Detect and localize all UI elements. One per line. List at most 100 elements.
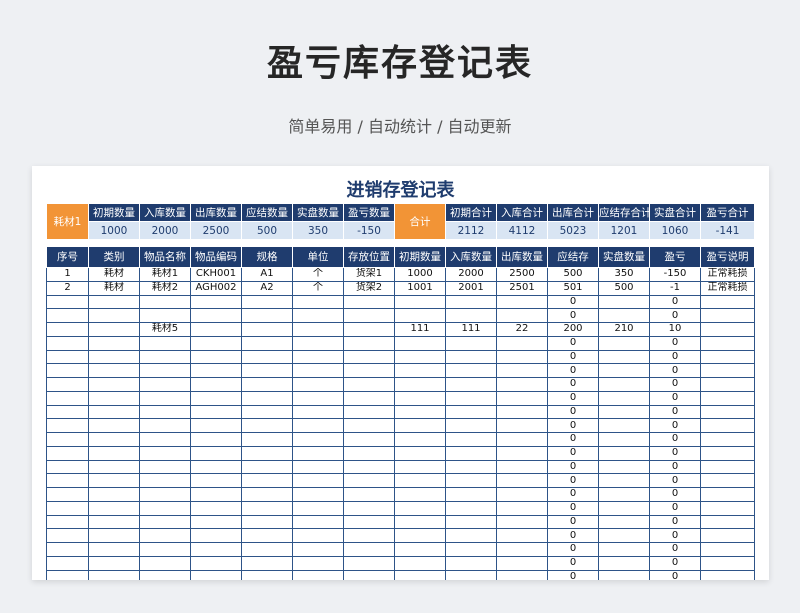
table-cell[interactable] xyxy=(496,418,548,433)
table-cell[interactable] xyxy=(241,308,293,323)
table-cell[interactable] xyxy=(445,555,497,571)
table-cell[interactable]: 耗材 xyxy=(88,280,140,296)
table-cell[interactable] xyxy=(700,322,755,337)
table-cell[interactable] xyxy=(139,404,191,420)
table-cell[interactable] xyxy=(88,514,140,530)
table-cell[interactable]: -1 xyxy=(649,280,701,296)
table-cell[interactable] xyxy=(598,500,650,516)
table-cell[interactable] xyxy=(139,377,191,392)
table-cell[interactable] xyxy=(88,432,140,447)
table-cell[interactable] xyxy=(700,418,755,433)
table-cell[interactable] xyxy=(496,363,548,378)
table-cell[interactable] xyxy=(598,294,650,310)
table-cell[interactable] xyxy=(46,459,89,475)
table-cell[interactable]: 0 xyxy=(649,487,701,502)
table-cell[interactable]: 0 xyxy=(547,555,599,571)
table-cell[interactable] xyxy=(292,404,344,420)
table-cell[interactable]: 2 xyxy=(46,280,89,296)
table-cell[interactable]: 0 xyxy=(547,445,599,461)
table-cell[interactable] xyxy=(139,555,191,571)
table-cell[interactable]: 0 xyxy=(649,555,701,571)
table-cell[interactable]: 2500 xyxy=(496,267,548,282)
table-cell[interactable] xyxy=(700,459,755,475)
table-cell[interactable] xyxy=(394,542,446,557)
table-cell[interactable] xyxy=(343,487,395,502)
table-cell[interactable] xyxy=(46,349,89,365)
table-cell[interactable]: 350 xyxy=(598,267,650,282)
table-cell[interactable] xyxy=(241,377,293,392)
table-cell[interactable] xyxy=(46,418,89,433)
table-cell[interactable] xyxy=(190,363,242,378)
table-cell[interactable] xyxy=(292,555,344,571)
table-cell[interactable] xyxy=(46,363,89,378)
table-cell[interactable] xyxy=(394,363,446,378)
table-cell[interactable] xyxy=(241,322,293,337)
table-cell[interactable]: 0 xyxy=(547,569,599,580)
table-cell[interactable] xyxy=(394,335,446,351)
table-cell[interactable] xyxy=(394,445,446,461)
table-cell[interactable]: 0 xyxy=(649,390,701,406)
table-cell[interactable] xyxy=(292,473,344,488)
table-cell[interactable] xyxy=(445,294,497,310)
table-cell[interactable]: A2 xyxy=(241,280,293,296)
table-cell[interactable] xyxy=(190,418,242,433)
table-cell[interactable] xyxy=(445,363,497,378)
table-cell[interactable] xyxy=(190,308,242,323)
table-cell[interactable] xyxy=(496,459,548,475)
table-cell[interactable] xyxy=(700,528,755,543)
table-cell[interactable] xyxy=(394,528,446,543)
table-cell[interactable] xyxy=(139,308,191,323)
table-cell[interactable] xyxy=(190,322,242,337)
table-cell[interactable] xyxy=(241,294,293,310)
table-cell[interactable] xyxy=(598,404,650,420)
table-cell[interactable] xyxy=(343,528,395,543)
table-cell[interactable] xyxy=(292,500,344,516)
table-cell[interactable] xyxy=(190,294,242,310)
table-cell[interactable] xyxy=(88,500,140,516)
table-cell[interactable]: 0 xyxy=(547,514,599,530)
table-cell[interactable] xyxy=(190,445,242,461)
table-cell[interactable] xyxy=(292,377,344,392)
table-cell[interactable] xyxy=(394,404,446,420)
table-cell[interactable] xyxy=(700,569,755,580)
table-cell[interactable]: 个 xyxy=(292,267,344,282)
table-cell[interactable]: 0 xyxy=(547,418,599,433)
table-cell[interactable] xyxy=(241,390,293,406)
table-cell[interactable] xyxy=(598,418,650,433)
table-cell[interactable]: 0 xyxy=(547,349,599,365)
table-cell[interactable] xyxy=(343,555,395,571)
table-cell[interactable] xyxy=(598,377,650,392)
table-cell[interactable]: AGH002 xyxy=(190,280,242,296)
table-cell[interactable] xyxy=(343,542,395,557)
table-cell[interactable]: 0 xyxy=(547,528,599,543)
table-cell[interactable] xyxy=(445,514,497,530)
table-cell[interactable] xyxy=(445,390,497,406)
table-cell[interactable] xyxy=(343,418,395,433)
table-cell[interactable] xyxy=(88,377,140,392)
table-cell[interactable]: 501 xyxy=(547,280,599,296)
table-cell[interactable]: 货架2 xyxy=(343,280,395,296)
table-cell[interactable] xyxy=(394,294,446,310)
table-cell[interactable] xyxy=(496,308,548,323)
table-cell[interactable] xyxy=(190,555,242,571)
table-cell[interactable] xyxy=(139,542,191,557)
table-cell[interactable] xyxy=(292,569,344,580)
table-cell[interactable] xyxy=(394,473,446,488)
table-cell[interactable] xyxy=(394,308,446,323)
table-cell[interactable] xyxy=(394,487,446,502)
table-cell[interactable] xyxy=(46,542,89,557)
table-cell[interactable]: 0 xyxy=(649,418,701,433)
table-cell[interactable] xyxy=(190,569,242,580)
table-cell[interactable] xyxy=(700,473,755,488)
table-cell[interactable]: 2000 xyxy=(445,267,497,282)
table-cell[interactable] xyxy=(292,514,344,530)
table-cell[interactable] xyxy=(46,308,89,323)
table-cell[interactable] xyxy=(88,294,140,310)
table-cell[interactable]: 0 xyxy=(649,459,701,475)
table-cell[interactable]: 1000 xyxy=(394,267,446,282)
table-cell[interactable] xyxy=(190,473,242,488)
table-cell[interactable] xyxy=(496,542,548,557)
table-cell[interactable] xyxy=(598,363,650,378)
table-cell[interactable] xyxy=(343,390,395,406)
table-cell[interactable] xyxy=(139,569,191,580)
